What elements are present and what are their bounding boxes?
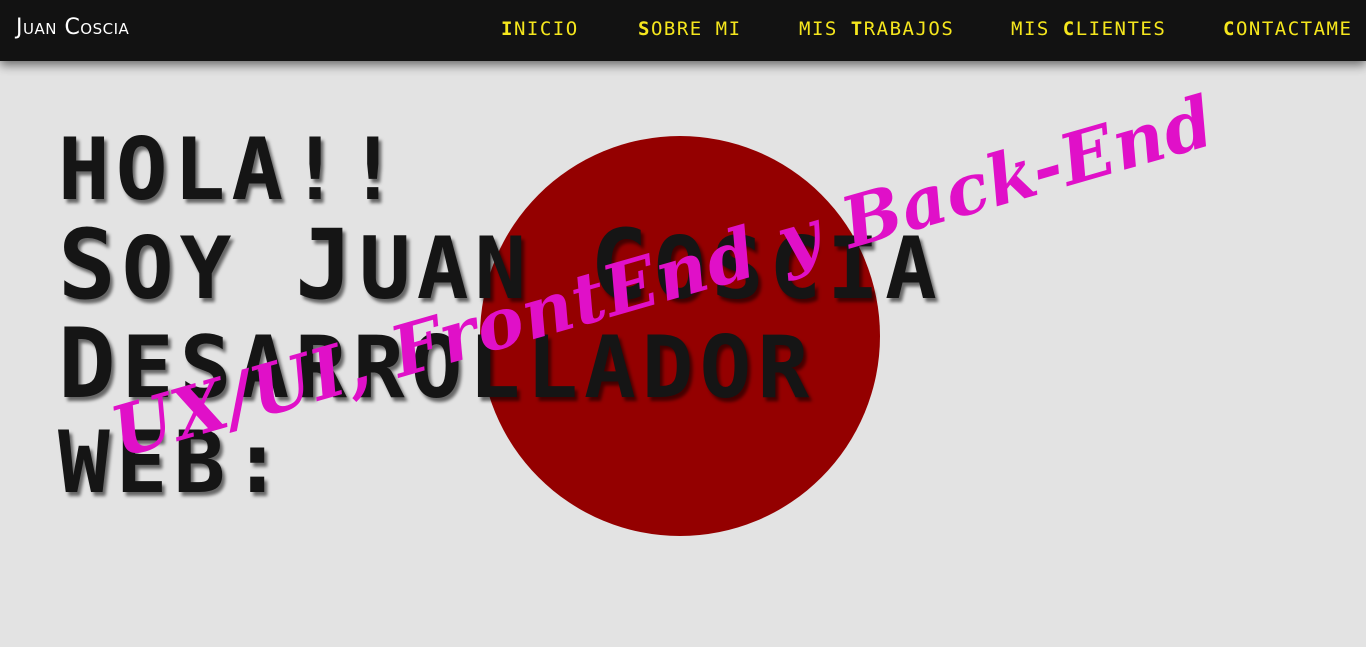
nav-inicio-label: NICIO	[513, 18, 579, 40]
headline-word-soy: oy	[121, 219, 296, 319]
nav-mis-clientes-initial: C	[1062, 18, 1076, 40]
nav-inicio-initial: I	[501, 18, 514, 40]
nav-inicio[interactable]: INICIO	[501, 18, 579, 40]
nav-mis-clientes-label: LIENTES	[1075, 18, 1167, 40]
nav-mis-trabajos-prefix: MIS	[799, 18, 851, 40]
headline-initial-s: S	[58, 209, 122, 321]
nav-sobre-mi-initial: S	[638, 18, 651, 40]
nav-mis-trabajos-initial: T	[850, 18, 864, 40]
nav-contactame-initial: C	[1223, 18, 1236, 40]
nav-sobre-mi-label: OBRE MI	[650, 18, 742, 40]
nav-contactame[interactable]: CONTACTAME	[1223, 18, 1352, 40]
nav-sobre-mi[interactable]: SOBRE MI	[638, 18, 742, 40]
nav-mis-clientes-prefix: MIS	[1011, 18, 1063, 40]
navbar: Juan Coscia INICIO SOBRE MI MIS TRABAJOS…	[0, 0, 1366, 61]
headline-initial-j: J	[295, 209, 359, 321]
nav-mis-trabajos[interactable]: MIS TRABAJOS	[799, 18, 954, 40]
hero-section: Hola!! Soy Juan Coscia Desarrollador Web…	[0, 61, 1366, 647]
nav-mis-clientes[interactable]: MIS CLIENTES	[1011, 18, 1166, 40]
nav-contactame-label: ONTACTAME	[1235, 18, 1353, 40]
nav-mis-trabajos-label: RABAJOS	[863, 18, 955, 40]
brand-logo[interactable]: Juan Coscia	[16, 15, 129, 40]
